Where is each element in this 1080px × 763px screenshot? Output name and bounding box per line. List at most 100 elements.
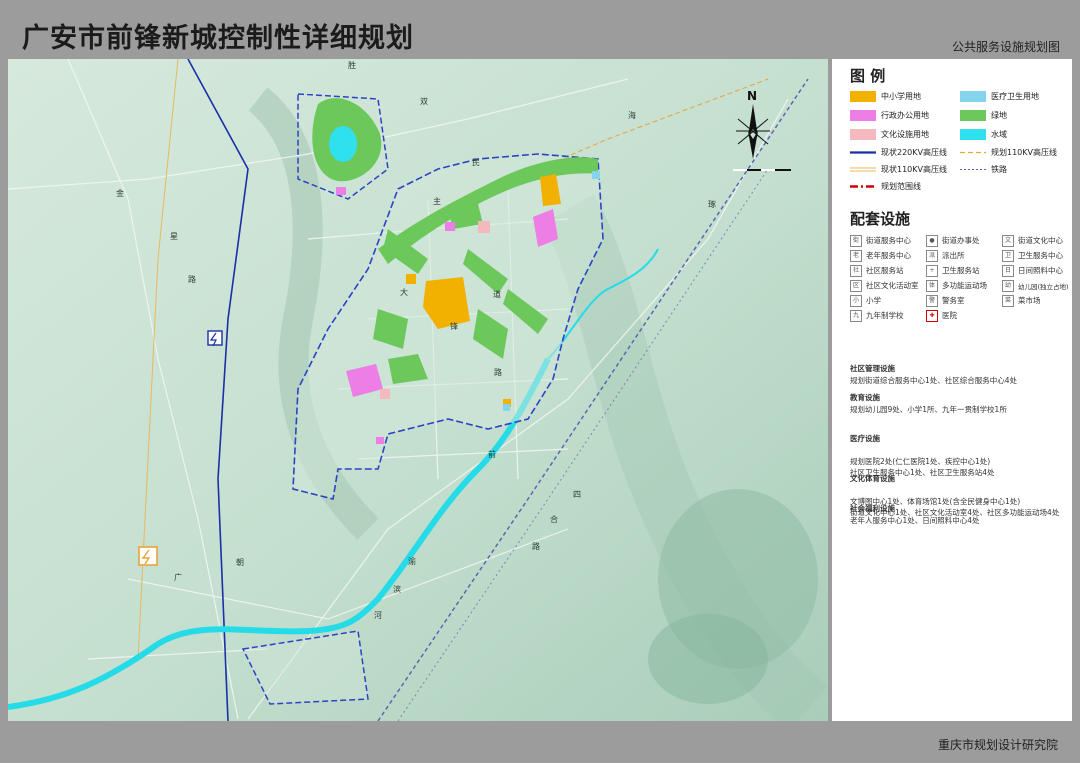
legend-label: 水域 [991, 129, 1007, 139]
facility-label: 医院 [942, 311, 957, 320]
facility-icon: 日 [1002, 264, 1014, 277]
legend-line-swatch [850, 184, 876, 188]
facility-item: ● 街道办事处 [926, 234, 980, 247]
legend-swatch [850, 109, 876, 121]
facility-label: 菜市场 [1018, 296, 1041, 305]
summary-heading: 社会福利设施 [850, 504, 895, 513]
facility-label: 小学 [866, 296, 881, 305]
legend-line-swatch [960, 151, 986, 153]
map-label: 前 [488, 450, 496, 459]
facility-label: 幼儿园(独立占地) [1018, 282, 1069, 291]
facility-label: 街道文化中心 [1018, 236, 1063, 245]
legend-item: 绿地 [960, 108, 1007, 122]
summary-block: 教育设施 规划幼儿园9处、小学1所、九年一贯制学校1所 [850, 392, 1068, 415]
legend-swatch [850, 90, 876, 102]
facility-icon: 菜 [1002, 294, 1014, 307]
legend-item: 现状110KV高压线 [850, 162, 947, 176]
facility-icon: 幼 [1002, 279, 1014, 292]
legend-label: 规划110KV高压线 [991, 147, 1057, 157]
admin-plot [445, 222, 455, 231]
facility-label: 警务室 [942, 296, 965, 305]
map-label: 四 [573, 490, 581, 499]
map-label: 广 [174, 573, 182, 582]
facility-label: 派出所 [942, 251, 965, 260]
summary-block: 社会福利设施 老年人服务中心1处、日间照料中心4处 [850, 503, 1068, 526]
map-label: 道 [493, 290, 501, 299]
legend-item: 行政办公用地 [850, 108, 929, 122]
medical-plot [503, 404, 510, 411]
page-title: 广安市前锋新城控制性详细规划 [22, 23, 414, 54]
facility-item: 小小学 [850, 294, 881, 307]
legend-title: 图 例 [850, 67, 886, 85]
facility-item: 幼幼儿园(独立占地) [1002, 279, 1069, 292]
legend-item: 医疗卫生用地 [960, 89, 1039, 103]
legend-item: 文化设施用地 [850, 127, 929, 141]
legend-label: 绿地 [991, 110, 1007, 120]
legend-item: 水域 [960, 127, 1007, 141]
summary-text: 老年人服务中心1处、日间照料中心4处 [850, 515, 980, 525]
map-label: 渝 [408, 557, 416, 566]
facility-item: 九九年制学校 [850, 309, 904, 322]
map-subtitle: 公共服务设施规划图 [951, 40, 1060, 54]
admin-plot [376, 437, 384, 444]
map-label: 合 [550, 515, 558, 524]
legend-item: 铁路 [960, 162, 1007, 176]
map-label: 胜 [348, 61, 356, 70]
map-label: 河 [374, 611, 382, 620]
legend-panel: 图 例 中小学用地 医疗卫生用地 行政办公用地 绿地 文化设施用地 水域 现状2… [832, 59, 1072, 721]
legend-label: 现状220KV高压线 [881, 147, 947, 157]
legend-swatch [960, 90, 986, 102]
map-label: 民 [472, 158, 480, 167]
kindergarten-plot [406, 274, 416, 284]
legend-item: 规划范围线 [850, 179, 921, 193]
facility-label: 卫生服务中心 [1018, 251, 1063, 260]
organization-footer: 重庆市规划设计研究院 [937, 738, 1058, 752]
facility-item: 区社区文化活动室 [850, 279, 919, 292]
facility-item: 派派出所 [926, 249, 965, 262]
compass-north-label: N [747, 89, 758, 103]
summary-heading: 文化体育设施 [850, 473, 895, 483]
legend-label: 现状110KV高压线 [881, 164, 947, 174]
culture-plot [380, 389, 390, 399]
facility-icon: 老 [850, 249, 862, 262]
map-label: 路 [532, 542, 540, 551]
map-label: 星 [170, 232, 178, 241]
map-label: 主 [433, 197, 441, 206]
facility-label: 九年制学校 [866, 311, 904, 320]
legend-label: 医疗卫生用地 [991, 91, 1039, 101]
legend-label: 文化设施用地 [881, 129, 929, 139]
facility-icon: 派 [926, 249, 938, 262]
facility-item: 警警务室 [926, 294, 965, 307]
facilities-title: 配套设施 [850, 210, 911, 228]
facility-label: 街道办事处 [942, 236, 980, 245]
summary-heading: 医疗设施 [850, 433, 880, 443]
hospital-cross-icon: ✚ [926, 309, 938, 322]
legend-swatch [960, 128, 986, 140]
facility-icon: 街 [850, 234, 862, 247]
facility-label: 日间照料中心 [1018, 266, 1063, 275]
summary-block: 社区管理设施 规划街道综合服务中心1处、社区综合服务中心4处 [850, 363, 1068, 386]
map-area[interactable]: N 金 星 路 胜 双 民 主 大 道 锋 路 前 四 合 路 朝 广 渝 滨 … [8, 59, 828, 721]
map-label: 路 [188, 275, 196, 284]
park-lake [329, 126, 357, 162]
facility-label: 老年服务中心 [866, 251, 911, 260]
facility-item: 街街道服务中心 [850, 234, 911, 247]
map-label: 海 [628, 111, 636, 120]
legend-item: 中小学用地 [850, 89, 921, 103]
facility-item: 体多功能运动场 [926, 279, 987, 292]
summary-text: 规划街道综合服务中心1处、社区综合服务中心4处 [850, 375, 1018, 385]
map-label: 双 [420, 97, 428, 106]
culture-plot [478, 221, 490, 233]
substation-icon [138, 546, 158, 566]
facility-icon: 社 [850, 264, 862, 277]
facility-icon: 九 [850, 309, 862, 322]
legend-swatch [960, 109, 986, 121]
map-label: 锋 [450, 322, 458, 331]
facility-label: 卫生服务站 [942, 266, 980, 275]
facility-label: 社区文化活动室 [866, 281, 919, 290]
legend-label: 铁路 [991, 164, 1007, 174]
map-label: 路 [494, 368, 502, 377]
summary-heading: 社区管理设施 [850, 364, 895, 373]
legend-item: 现状220KV高压线 [850, 145, 947, 159]
facility-icon: 体 [926, 279, 938, 292]
